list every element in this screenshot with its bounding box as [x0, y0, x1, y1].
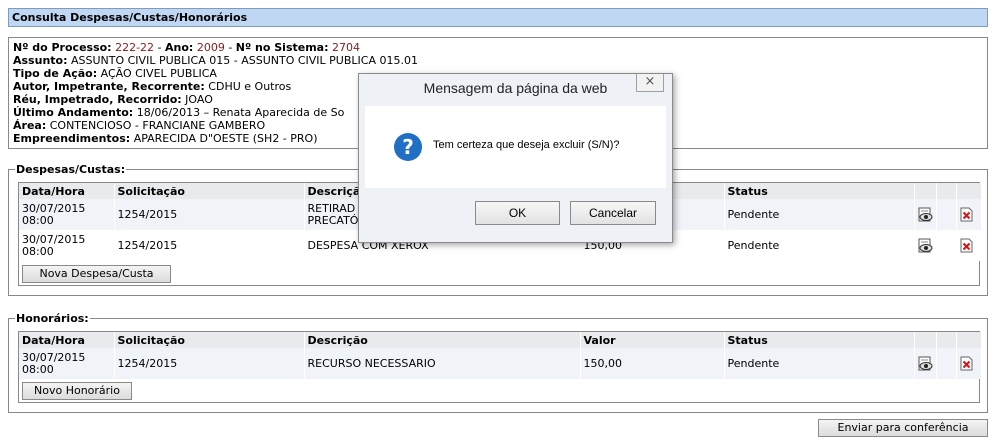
table-header: Data/Hora Solicitação Descrição Valor St…: [19, 332, 982, 348]
send-for-review-button[interactable]: Enviar para conferência: [818, 419, 988, 437]
process-year: 2009: [196, 41, 225, 54]
confirm-dialog: Mensagem da página da web × ? Tem certez…: [358, 73, 673, 243]
honorarios-legend: Honorários:: [16, 312, 89, 325]
delete-icon[interactable]: [960, 238, 973, 253]
add-honorario-button[interactable]: Novo Honorário: [22, 382, 132, 400]
dialog-title: Mensagem da página da web: [423, 80, 608, 96]
delete-icon[interactable]: [960, 356, 973, 371]
svg-text:?: ?: [402, 135, 414, 159]
ok-button[interactable]: OK: [475, 201, 560, 225]
view-icon[interactable]: [918, 207, 933, 222]
page-title: Consulta Despesas/Custas/Honorários: [8, 8, 988, 27]
view-icon[interactable]: [918, 356, 933, 371]
despesas-legend: Despesas/Custas:: [16, 163, 126, 176]
system-number: 2704: [332, 41, 360, 54]
cancel-button[interactable]: Cancelar: [570, 201, 656, 225]
close-icon[interactable]: ×: [636, 74, 664, 92]
honorarios-table: Data/Hora Solicitação Descrição Valor St…: [19, 332, 982, 379]
process-number: 222-22: [115, 41, 155, 54]
view-icon[interactable]: [918, 238, 933, 253]
question-icon: ?: [394, 133, 422, 161]
dialog-message: Tem certeza que deseja excluir (S/N)?: [433, 139, 620, 151]
delete-icon[interactable]: [960, 207, 973, 222]
table-row: 30/07/2015 08:00 1254/2015 RECURSO NECESS…: [19, 348, 982, 379]
assunto-line: Assunto: ASSUNTO CIVIL PUBLICA 015 - ASS…: [13, 54, 418, 67]
honorarios-grid: Data/Hora Solicitação Descrição Valor St…: [18, 331, 982, 403]
add-despesa-button[interactable]: Nova Despesa/Custa: [22, 265, 171, 283]
dialog-body: ? Tem certeza que deseja excluir (S/N)?: [365, 106, 666, 188]
process-line: Nº do Processo: 222-22 - Ano: 2009 - Nº …: [13, 41, 360, 54]
